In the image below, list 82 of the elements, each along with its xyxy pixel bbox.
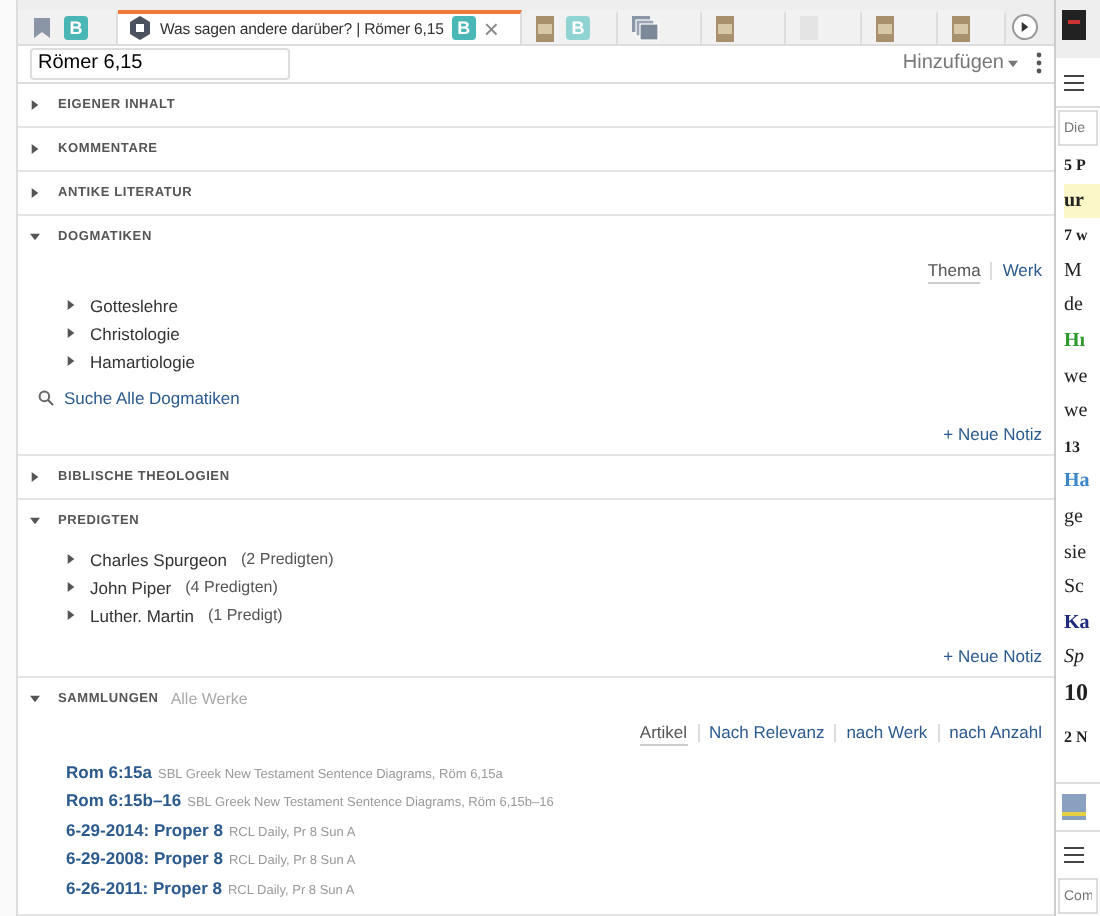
passage-text: 2 N [1064,725,1090,750]
passage-text: Ka [1064,609,1092,638]
passage-text: ge [1064,503,1085,532]
tree-item[interactable]: John Piper (4 Predigten) [38,573,1042,601]
passage-text: de [1064,292,1085,321]
tree-item-label: Luther. Martin [90,605,194,625]
passage-text: ur [1064,183,1100,219]
tree-item-label: Hamartiologie [90,351,195,371]
tree-item[interactable]: Christologie [38,319,1042,347]
caret-icon [30,471,40,481]
passage-text: 13 [1064,435,1082,460]
caret-icon [1008,59,1018,68]
view-toggle[interactable]: Artikel [639,721,688,745]
section-subtitle: Alle Werke [170,689,248,707]
result-link[interactable]: 6-26-2011: Proper 8 [66,877,222,897]
view-toggle[interactable]: Nach Relevanz [709,721,825,745]
caret-icon [30,693,40,703]
caret-icon [66,554,76,564]
tab-badge: B [566,16,590,41]
book-cover-icon [536,15,554,42]
passage-text: we [1064,363,1090,392]
bookmark-icon [32,16,52,41]
view-toggle[interactable]: Werk [1002,259,1042,283]
tree-item[interactable]: Hamartiologie [38,347,1042,375]
caret-icon [30,99,40,109]
sermon-count: (1 Predigt) [207,606,283,624]
book-cover-icon [716,15,734,42]
caret-icon [30,231,40,241]
book-cover-icon [1062,10,1086,40]
book-cover-icon [952,15,970,42]
caret-icon [30,515,40,525]
book-cover-icon [1062,794,1086,820]
passage-text: Hı [1064,327,1088,356]
caret-icon [1020,21,1030,32]
tree-item[interactable]: Charles Spurgeon (2 Predigten) [38,545,1042,573]
close-icon[interactable]: × [483,13,499,44]
sermon-count: (2 Predigten) [241,550,334,568]
book-cover-icon [876,15,894,42]
pages-icon [632,15,660,42]
result-link[interactable]: Rom 6:15a [66,761,152,781]
view-toggle[interactable]: Thema [927,259,981,283]
menu-icon[interactable] [1064,73,1084,91]
caret-icon [30,187,40,197]
view-toggle[interactable]: nach Werk [846,721,928,745]
passage-text: we [1064,398,1090,427]
tree-item-label: Charles Spurgeon [90,549,228,569]
caret-icon [66,582,76,592]
tree-item[interactable]: Luther. Martin (1 Predigt) [38,601,1042,629]
new-note-link[interactable]: + Neue Notiz [943,423,1042,443]
reference-field[interactable]: Römer 6,15 [30,47,290,80]
view-toggle[interactable]: nach Anzahl [949,721,1042,745]
tree-item-label: Gotteslehre [90,295,178,315]
passage-text: 7 w [1064,224,1090,249]
caret-icon [66,300,76,310]
passage-text: 5 P [1064,154,1088,178]
passage-text: Sc [1064,574,1086,603]
passage-text: Ha [1064,468,1092,497]
tree-item-label: Christologie [90,323,180,343]
tab-badge: B [64,16,88,41]
passage-text: sie [1064,539,1089,568]
menu-icon[interactable] [1064,845,1084,863]
sermon-count: (4 Predigten) [185,578,278,596]
passage-text: Sp [1064,644,1086,673]
tree-item[interactable]: Gotteslehre [38,291,1042,319]
scroll-tabs-button[interactable] [1012,13,1038,40]
result-link[interactable]: Rom 6:15b–16 [66,790,182,810]
caret-icon [30,143,40,153]
result-link[interactable]: 6-29-2014: Proper 8 [66,819,223,839]
new-note-link[interactable]: + Neue Notiz [943,645,1042,665]
search-icon [38,389,54,405]
result-link[interactable]: 6-29-2008: Proper 8 [66,848,223,868]
hexagon-icon [128,16,152,41]
search-link[interactable]: Suche Alle Dogmatiken [64,387,240,407]
more-icon[interactable] [1036,52,1042,75]
add-menu-button[interactable]: Hinzufügen [902,52,1018,75]
tree-item-label: John Piper [90,577,172,597]
caret-icon [66,356,76,366]
caret-icon [66,328,76,338]
caret-icon [66,610,76,620]
passage-text: M [1064,257,1084,286]
tab-badge: B [451,16,476,41]
passage-text: 10 [1064,675,1090,710]
